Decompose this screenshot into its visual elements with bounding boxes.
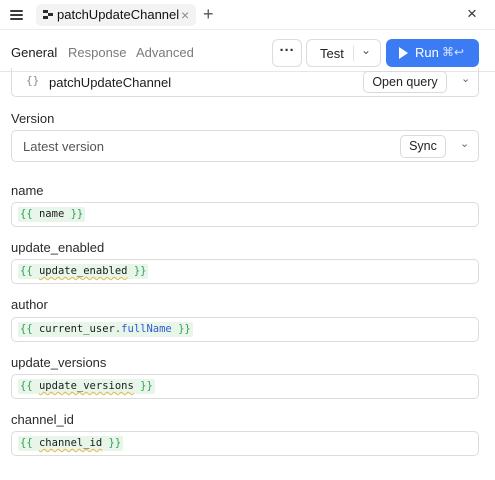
open-query-button[interactable]: Open query xyxy=(363,71,447,93)
tab-close-icon[interactable]: × xyxy=(181,6,189,24)
sync-button[interactable]: Sync xyxy=(400,135,446,158)
tab-advanced[interactable]: Advanced xyxy=(136,45,194,60)
code-token: {{ channel_id }} xyxy=(18,436,124,451)
run-shortcut: ⌘↩ xyxy=(442,45,465,59)
resource-name: patchUpdateChannel xyxy=(49,75,172,90)
field-label-author: author xyxy=(11,297,48,312)
environment-select[interactable]: Test ⌄ xyxy=(306,39,381,67)
environment-value: Test xyxy=(320,46,344,61)
divider xyxy=(353,46,354,61)
code-token: {{ update_versions }} xyxy=(18,379,155,394)
add-tab-icon[interactable]: + xyxy=(203,4,214,24)
menu-icon[interactable] xyxy=(9,7,25,23)
query-tab[interactable]: patchUpdateChannel × xyxy=(36,4,196,26)
top-bar: patchUpdateChannel × + × xyxy=(0,0,495,30)
update-enabled-input[interactable]: {{ update_enabled }} xyxy=(11,259,479,284)
tab-general[interactable]: General xyxy=(11,45,57,60)
query-subnav: General Response Advanced ··· Test ⌄ Run… xyxy=(0,34,495,72)
version-value: Latest version xyxy=(23,139,104,154)
run-label: Run xyxy=(415,45,439,60)
field-label-name: name xyxy=(11,183,44,198)
chevron-down-icon[interactable]: ⌄ xyxy=(460,137,469,150)
resource-select[interactable]: {} patchUpdateChannel Open query ⌄ xyxy=(11,68,479,97)
version-select[interactable]: Latest version Sync ⌄ xyxy=(11,130,479,162)
update-versions-input[interactable]: {{ update_versions }} xyxy=(11,374,479,399)
code-token: {{ current_user.fullName }} xyxy=(18,322,193,337)
more-options-button[interactable]: ··· xyxy=(272,39,302,67)
code-token: {{ name }} xyxy=(18,207,86,222)
version-label: Version xyxy=(11,111,55,126)
chevron-down-icon[interactable]: ⌄ xyxy=(461,72,470,85)
tab-response[interactable]: Response xyxy=(68,45,127,60)
author-input[interactable]: {{ current_user.fullName }} xyxy=(11,317,479,342)
query-icon xyxy=(43,10,53,19)
chevron-down-icon: ⌄ xyxy=(361,43,372,57)
channel-id-input[interactable]: {{ channel_id }} xyxy=(11,431,479,456)
close-panel-icon[interactable]: × xyxy=(467,4,477,24)
name-input[interactable]: {{ name }} xyxy=(11,202,479,227)
run-button[interactable]: Run ⌘↩ xyxy=(386,39,479,67)
field-label-update-versions: update_versions xyxy=(11,355,107,370)
tab-title: patchUpdateChannel xyxy=(57,7,180,22)
field-label-channel-id: channel_id xyxy=(11,412,74,427)
field-label-update-enabled: update_enabled xyxy=(11,240,105,255)
braces-icon: {} xyxy=(26,74,40,87)
play-icon xyxy=(399,47,408,59)
code-token: {{ update_enabled }} xyxy=(18,264,149,279)
